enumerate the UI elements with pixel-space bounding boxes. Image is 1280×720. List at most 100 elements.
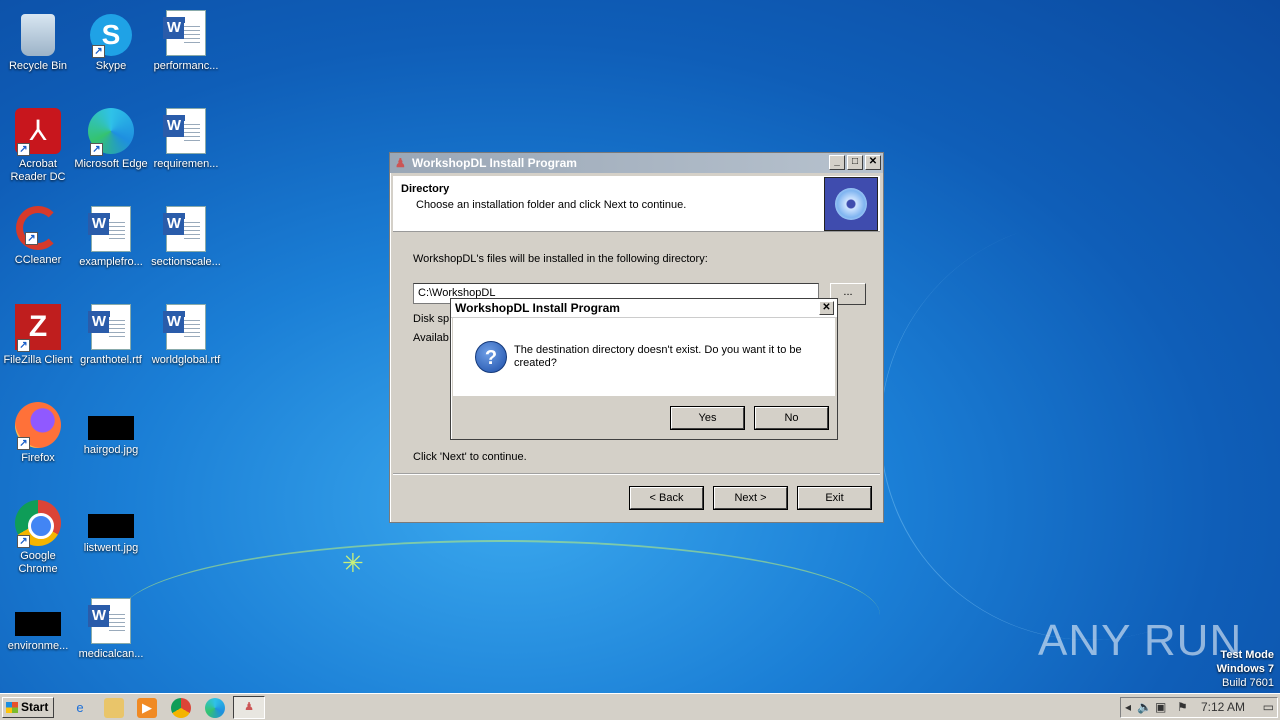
image-file-icon [88, 416, 134, 440]
desktop-icon-environme[interactable]: environme... [0, 594, 76, 653]
back-button[interactable]: < Back [629, 486, 704, 510]
anyrun-watermark: ANY RUN [1038, 616, 1243, 665]
desktop-icon-label: Firefox [21, 452, 55, 464]
taskbar: Start e ▶ ♟ ◂ 🔈 ▣ ⚑ 7:12 AM ▭ [0, 693, 1280, 720]
dialog-close-button[interactable]: ✕ [819, 301, 834, 315]
desktop-icon-label: Recycle Bin [8, 60, 68, 72]
acrobat-icon: ⅄ ↗ [15, 108, 61, 156]
test-mode-line2: Windows 7 [1216, 663, 1274, 675]
desktop-icon-requiremen[interactable]: requiremen... [148, 104, 224, 171]
installer-taskbar-button[interactable]: ♟ [233, 696, 265, 719]
clock[interactable]: 7:12 AM [1201, 700, 1245, 714]
chevron-up-icon[interactable]: ◂ [1125, 700, 1131, 714]
word-document-icon [88, 206, 131, 252]
word-document-icon [163, 206, 206, 252]
filezilla-icon: Z ↗ [15, 304, 61, 352]
network-icon[interactable]: ▣ [1155, 700, 1166, 714]
internet-explorer-icon[interactable]: e [70, 698, 90, 718]
skype-icon: S ↗ [90, 14, 132, 58]
word-document-icon [163, 10, 206, 56]
available-space-label: Availab [413, 332, 449, 344]
desktop-icon-label: Google Chrome [18, 550, 58, 575]
disk-space-label: Disk sp [413, 313, 450, 325]
dialog-message: The destination directory doesn't exist.… [514, 344, 802, 369]
desktop-icon-skype[interactable]: S ↗ Skype [73, 6, 149, 73]
desktop-icon-granthotel[interactable]: granthotel.rtf [73, 300, 149, 367]
test-mode-notice: Test Mode Windows 7 Build 7601 [1217, 648, 1274, 690]
desktop-icon-examplefro[interactable]: examplefro... [73, 202, 149, 269]
word-document-icon [163, 108, 206, 154]
firefox-icon: ↗ [15, 402, 61, 450]
dialog-title-bar[interactable]: WorkshopDL Install Program ✕ [451, 299, 837, 318]
desktop-icon-label: Skype [95, 60, 127, 72]
desktop-icon-medicalcan[interactable]: medicalcan... [73, 594, 149, 661]
install-directory-text: WorkshopDL's files will be installed in … [413, 253, 708, 265]
wallpaper-glow [120, 540, 880, 690]
desktop-icon-label: performanc... [153, 60, 219, 72]
close-button[interactable]: ✕ [865, 155, 881, 170]
edge-taskbar-icon[interactable] [205, 698, 225, 718]
desktop-icon-label: medicalcan... [78, 648, 144, 660]
chrome-icon: ↗ [15, 500, 61, 548]
desktop-icon-hairgod[interactable]: hairgod.jpg [73, 398, 149, 457]
installer-app-icon: ♟ [395, 156, 406, 170]
desktop-icon-ccleaner[interactable]: ↗ CCleaner [0, 202, 76, 267]
show-desktop-icon[interactable]: ▭ [1263, 700, 1274, 714]
desktop-icon-sectionscale[interactable]: sectionscale... [148, 202, 224, 269]
desktop-icon-performanc[interactable]: performanc... [148, 6, 224, 73]
image-file-icon [15, 612, 61, 636]
desktop-icon-firefox[interactable]: ↗ Firefox [0, 398, 76, 465]
desktop-icon-worldglobal[interactable]: worldglobal.rtf [148, 300, 224, 367]
next-button[interactable]: Next > [713, 486, 788, 510]
desktop-icon-acrobat[interactable]: ⅄ ↗ Acrobat Reader DC [0, 104, 76, 184]
desktop-icon-listwent[interactable]: listwent.jpg [73, 496, 149, 555]
desktop-icon-recycle-bin[interactable]: Recycle Bin [0, 6, 76, 73]
desktop-icon-label: granthotel.rtf [80, 354, 142, 366]
dialog-body: ? The destination directory doesn't exis… [453, 318, 835, 396]
header-title: Directory [401, 183, 450, 195]
desktop-icon-label: examplefro... [79, 256, 143, 268]
action-center-flag-icon[interactable]: ⚑ [1177, 700, 1188, 714]
maximize-button[interactable]: □ [847, 155, 863, 170]
test-mode-line3: Build 7601 [1222, 677, 1274, 689]
word-document-icon [88, 598, 131, 644]
file-explorer-icon[interactable] [104, 698, 124, 718]
desktop-icon-label: Acrobat Reader DC [10, 158, 66, 183]
cd-disc-icon [824, 177, 878, 231]
confirm-dialog: WorkshopDL Install Program ✕ ? The desti… [450, 298, 838, 440]
desktop-icon-label: requiremen... [153, 158, 219, 170]
exit-button[interactable]: Exit [797, 486, 872, 510]
desktop-icon-label: environme... [7, 640, 69, 652]
no-button[interactable]: No [754, 406, 829, 430]
word-document-icon [163, 304, 206, 350]
word-document-icon [88, 304, 131, 350]
desktop-icon-label: worldglobal.rtf [151, 354, 221, 366]
chrome-taskbar-icon[interactable] [171, 698, 191, 718]
installer-header: Directory Choose an installation folder … [393, 176, 880, 232]
yes-button[interactable]: Yes [670, 406, 745, 430]
desktop-icon-label: FileZilla Client [3, 354, 73, 366]
wallpaper-sprout: ✳ [342, 548, 364, 578]
installer-title: WorkshopDL Install Program [412, 156, 577, 170]
ccleaner-icon: ↗ [16, 206, 60, 250]
test-mode-line1: Test Mode [1220, 649, 1274, 661]
image-file-icon [88, 514, 134, 538]
desktop-icon-label: Microsoft Edge [74, 158, 148, 170]
desktop-icon-label: CCleaner [14, 254, 62, 266]
desktop-icon-label: listwent.jpg [83, 542, 139, 554]
continue-instruction: Click 'Next' to continue. [413, 451, 527, 463]
start-button[interactable]: Start [2, 697, 54, 718]
question-icon: ? [475, 341, 507, 373]
desktop-icon-chrome[interactable]: ↗ Google Chrome [0, 496, 76, 576]
desktop-icon-label: hairgod.jpg [83, 444, 139, 456]
installer-title-bar[interactable]: ♟ WorkshopDL Install Program _ □ ✕ [390, 153, 883, 173]
header-subtitle: Choose an installation folder and click … [416, 199, 687, 211]
windows-logo-icon [6, 702, 18, 713]
media-player-icon[interactable]: ▶ [137, 698, 157, 718]
desktop-icon-filezilla[interactable]: Z ↗ FileZilla Client [0, 300, 76, 367]
desktop-icon-edge[interactable]: ↗ Microsoft Edge [73, 104, 149, 171]
volume-icon[interactable]: 🔈 [1137, 700, 1152, 714]
footer-separator [393, 473, 880, 475]
minimize-button[interactable]: _ [829, 155, 845, 170]
edge-icon: ↗ [88, 108, 134, 156]
